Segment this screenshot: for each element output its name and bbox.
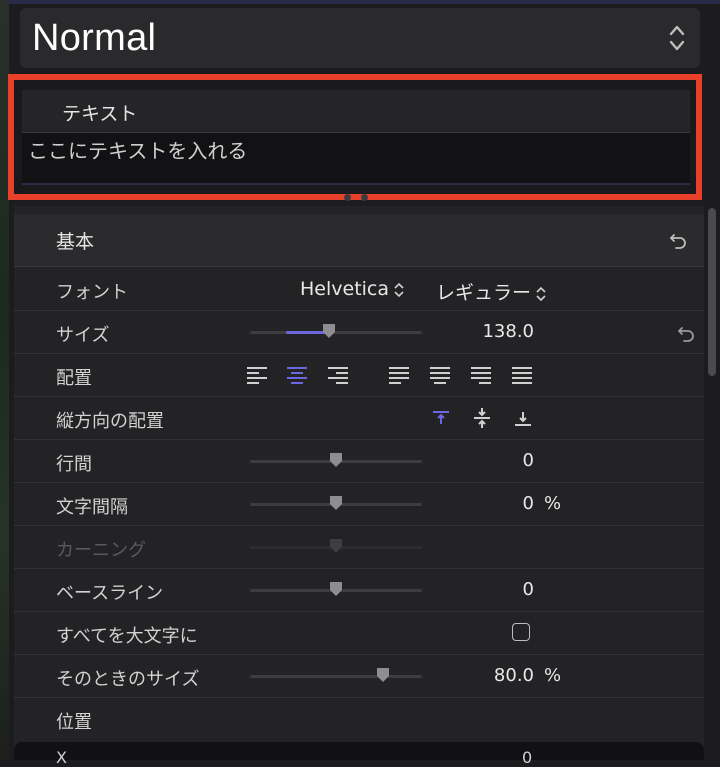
tracking-slider[interactable]: [250, 496, 422, 510]
tracking-row: 文字間隔 0 %: [14, 483, 704, 526]
updown-chevron-icon: [394, 282, 404, 297]
align-center-icon[interactable]: [286, 366, 308, 384]
align-right-icon[interactable]: [327, 366, 349, 384]
tracking-unit: %: [544, 493, 562, 514]
preset-select[interactable]: Normal: [20, 8, 700, 68]
position-label: 位置: [56, 712, 92, 733]
alignment-row: 配置: [14, 354, 704, 397]
justify-left-icon[interactable]: [388, 366, 410, 384]
font-label: フォント: [56, 282, 128, 303]
position-x-label: X: [56, 748, 67, 767]
text-section: テキスト ここにテキストを入れる: [8, 74, 702, 220]
text-section-title: テキスト: [62, 103, 138, 125]
kerning-slider: [250, 539, 422, 553]
baseline-row: ベースライン 0: [14, 569, 704, 612]
baseline-value[interactable]: 0: [523, 579, 534, 600]
resize-handle[interactable]: [344, 186, 394, 220]
alignment-label: 配置: [56, 368, 92, 389]
slider-thumb-icon[interactable]: [329, 495, 343, 511]
justify-right-icon[interactable]: [470, 366, 492, 384]
valign-bottom-icon[interactable]: [512, 407, 534, 429]
reset-arrow-icon[interactable]: [668, 230, 688, 250]
font-family-value: Helvetica: [300, 278, 390, 300]
position-row: 位置: [14, 698, 704, 741]
basic-section-header[interactable]: 基本: [14, 214, 704, 267]
window-top-edge: [0, 0, 720, 4]
valign-top-icon[interactable]: [430, 407, 452, 429]
justify-full-icon[interactable]: [511, 366, 533, 384]
valign-middle-icon[interactable]: [471, 407, 493, 429]
font-style-value: レギュラー: [436, 282, 532, 304]
updown-chevron-icon: [669, 25, 685, 51]
slider-thumb-icon: [330, 539, 342, 553]
font-style-select[interactable]: レギュラー: [436, 278, 547, 305]
all-caps-label: すべてを大文字に: [56, 626, 198, 647]
updown-chevron-icon: [536, 286, 546, 301]
align-left-icon[interactable]: [246, 366, 268, 384]
basic-panel: 基本 フォント Helvetica レギュラー サイズ 138.0 配置 縦方向…: [14, 206, 704, 767]
all-caps-size-slider[interactable]: [250, 668, 422, 682]
all-caps-size-label: そのときのサイズ: [56, 669, 200, 690]
line-spacing-row: 行間 0: [14, 440, 704, 483]
tracking-value[interactable]: 0: [523, 493, 534, 514]
all-caps-row: すべてを大文字に: [14, 612, 704, 655]
text-content-field[interactable]: ここにテキストを入れる: [22, 133, 690, 185]
justify-center-icon[interactable]: [429, 366, 451, 384]
size-row: サイズ 138.0: [14, 311, 704, 354]
vertical-alignment-label: 縦方向の配置: [56, 411, 164, 432]
tracking-label: 文字間隔: [56, 497, 128, 518]
position-x-row: X 0: [14, 742, 704, 767]
text-section-header[interactable]: テキスト: [22, 90, 690, 133]
scrollbar[interactable]: [708, 200, 716, 760]
kerning-row: カーニング: [14, 526, 704, 569]
size-value[interactable]: 138.0: [482, 321, 534, 342]
font-row: フォント Helvetica レギュラー: [14, 268, 704, 311]
line-spacing-slider[interactable]: [250, 453, 422, 467]
kerning-label: カーニング: [56, 540, 146, 561]
slider-thumb-icon[interactable]: [329, 452, 343, 468]
scrollbar-thumb[interactable]: [708, 208, 716, 376]
text-content: ここにテキストを入れる: [28, 139, 248, 163]
slider-thumb-icon[interactable]: [322, 323, 336, 339]
vertical-alignment-row: 縦方向の配置: [14, 397, 704, 440]
line-spacing-label: 行間: [56, 454, 92, 475]
all-caps-size-unit: %: [544, 665, 562, 686]
slider-thumb-icon[interactable]: [376, 667, 390, 683]
basic-section-title: 基本: [56, 231, 95, 253]
size-label: サイズ: [56, 325, 110, 346]
line-spacing-value[interactable]: 0: [523, 450, 534, 471]
all-caps-size-value[interactable]: 80.0: [494, 665, 534, 686]
reset-arrow-icon[interactable]: [676, 323, 696, 343]
preset-value: Normal: [32, 16, 157, 59]
baseline-slider[interactable]: [250, 582, 422, 596]
font-family-select[interactable]: Helvetica: [300, 278, 405, 300]
all-caps-checkbox[interactable]: [512, 623, 530, 641]
position-x-value[interactable]: 0: [522, 748, 532, 767]
slider-thumb-icon[interactable]: [329, 581, 343, 597]
baseline-label: ベースライン: [56, 583, 164, 604]
all-caps-size-row: そのときのサイズ 80.0 %: [14, 655, 704, 698]
size-slider[interactable]: [250, 324, 422, 338]
